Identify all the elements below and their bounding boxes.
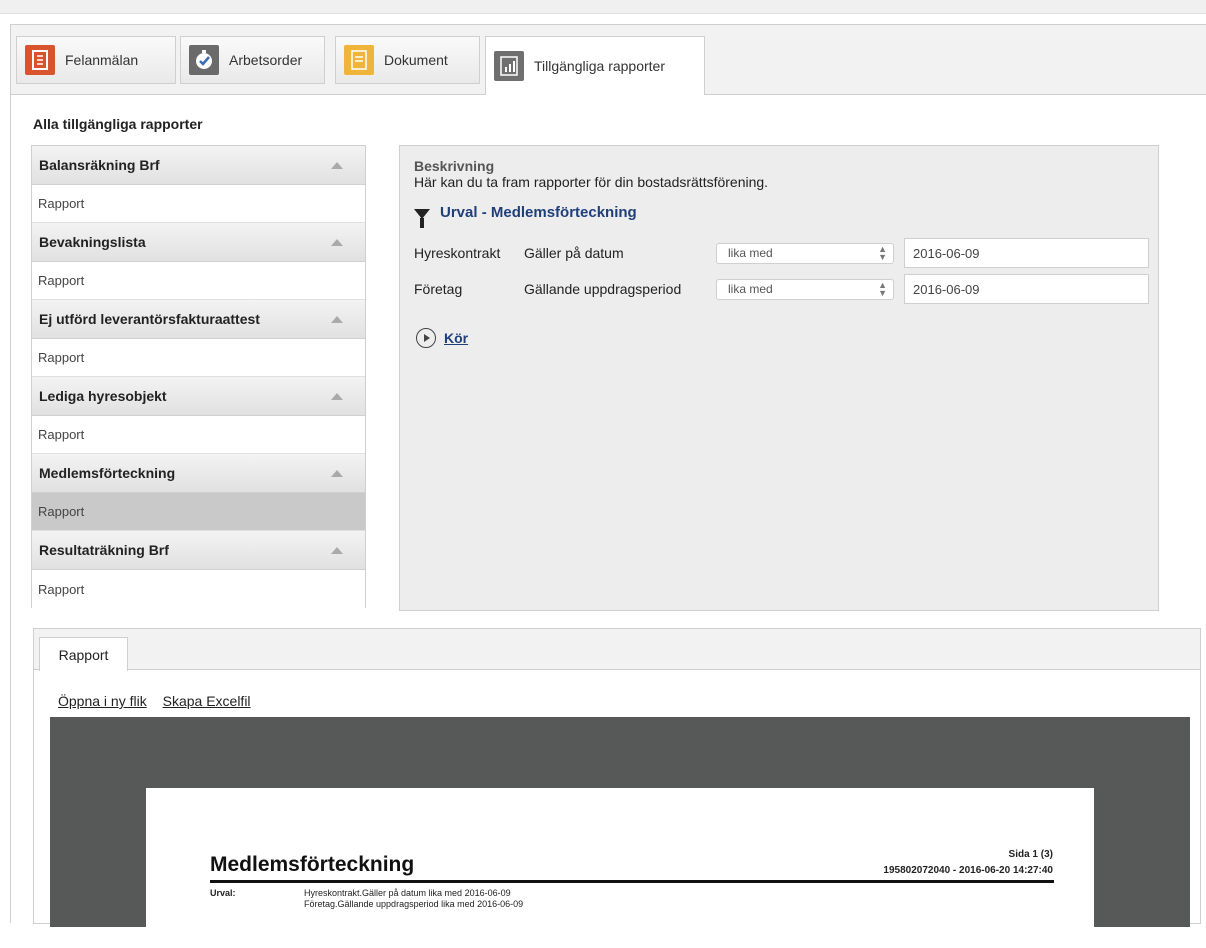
- top-strip: [0, 0, 1206, 14]
- report-group-header[interactable]: Resultaträkning Brf: [32, 531, 365, 570]
- report-item[interactable]: Rapport: [32, 262, 365, 300]
- select-arrows-icon: ▲ ▼: [878, 244, 887, 262]
- urval-heading: Urval - Medlemsförteckning: [414, 204, 637, 228]
- report-output: Rapport Öppna i ny flik Skapa Excelfil M…: [33, 628, 1201, 948]
- operator-value: lika med: [728, 282, 773, 296]
- page-number: Sida 1 (3): [1008, 849, 1053, 860]
- collapse-caret-icon[interactable]: [331, 469, 343, 477]
- urval-title: Urval - Medlemsförteckning: [440, 204, 637, 221]
- report-group-header[interactable]: Lediga hyresobjekt: [32, 377, 365, 416]
- report-criteria-panel: Beskrivning Här kan du ta fram rapporter…: [399, 145, 1159, 611]
- report-item-selected[interactable]: Rapport: [32, 493, 365, 531]
- run-link[interactable]: Kör: [444, 330, 468, 346]
- report-form-icon: [25, 45, 55, 75]
- tab-rapport[interactable]: Rapport: [39, 637, 128, 671]
- filter-icon: [414, 208, 430, 228]
- report-id-timestamp: 195802072040 - 2016-06-20 14:27:40: [883, 865, 1053, 876]
- report-item[interactable]: Rapport: [32, 185, 365, 223]
- stopwatch-check-icon: [189, 45, 219, 75]
- description-title: Beskrivning: [414, 158, 495, 174]
- collapse-caret-icon[interactable]: [331, 161, 343, 169]
- tab-dokument[interactable]: Dokument: [335, 36, 480, 84]
- report-links: Öppna i ny flik Skapa Excelfil: [58, 693, 263, 709]
- main-frame: Felanmälan Arbetsorder Dokument Tillgäng…: [10, 24, 1206, 948]
- date-input[interactable]: 2016-06-09: [904, 274, 1149, 304]
- report-group-title: Ej utförd leverantörsfakturaattest: [39, 311, 260, 327]
- report-title: Medlemsförteckning: [210, 853, 415, 876]
- collapse-caret-icon[interactable]: [331, 392, 343, 400]
- run-button[interactable]: Kör: [416, 328, 468, 348]
- urval-line: Hyreskontrakt.Gäller på datum lika med 2…: [304, 888, 511, 898]
- tab-arbetsorder[interactable]: Arbetsorder: [180, 36, 325, 84]
- report-tab-bar: Rapport: [34, 629, 1200, 671]
- report-group-title: Resultaträkning Brf: [39, 542, 169, 558]
- report-viewer[interactable]: Medlemsförteckning Sida 1 (3) 1958020720…: [50, 717, 1190, 948]
- report-group-title: Bevakningslista: [39, 234, 146, 250]
- date-input[interactable]: 2016-06-09: [904, 238, 1149, 268]
- filter-field: Gällande uppdragsperiod: [524, 281, 682, 297]
- report-item[interactable]: Rapport: [32, 416, 365, 454]
- report-item[interactable]: Rapport: [32, 570, 365, 608]
- description-text: Här kan du ta fram rapporter för din bos…: [414, 174, 769, 190]
- collapse-caret-icon[interactable]: [331, 238, 343, 246]
- report-page: Medlemsförteckning Sida 1 (3) 1958020720…: [146, 788, 1094, 948]
- urval-line: Företag.Gällande uppdragsperiod lika med…: [304, 899, 524, 909]
- tab-label: Felanmälan: [65, 52, 139, 68]
- operator-select[interactable]: lika med ▲ ▼: [716, 242, 894, 264]
- report-group-title: Medlemsförteckning: [39, 465, 176, 481]
- bar-chart-report-icon: [494, 51, 524, 81]
- report-group-header[interactable]: Bevakningslista: [32, 223, 365, 262]
- collapse-caret-icon[interactable]: [331, 315, 343, 323]
- tab-label: Dokument: [384, 52, 448, 68]
- tab-felanmalan[interactable]: Felanmälan: [16, 36, 176, 84]
- filter-row: Hyreskontrakt Gäller på datum lika med ▲…: [414, 238, 1149, 268]
- tab-bar: Felanmälan Arbetsorder Dokument Tillgäng…: [11, 25, 1206, 95]
- filter-entity: Företag: [414, 281, 463, 297]
- report-group-header[interactable]: Medlemsförteckning: [32, 454, 365, 493]
- filter-row: Företag Gällande uppdragsperiod lika med…: [414, 274, 1149, 304]
- tab-label: Arbetsorder: [229, 52, 303, 68]
- operator-select[interactable]: lika med ▲ ▼: [716, 278, 894, 300]
- report-item[interactable]: Rapport: [32, 339, 365, 377]
- urval-label: Urval:: [210, 888, 236, 898]
- section-title: Alla tillgängliga rapporter: [33, 116, 203, 132]
- report-list: Balansräkning Brf Rapport Bevakningslist…: [31, 145, 366, 608]
- report-group-header[interactable]: Ej utförd leverantörsfakturaattest: [32, 300, 365, 339]
- collapse-caret-icon[interactable]: [331, 546, 343, 554]
- select-arrows-icon: ▲ ▼: [878, 280, 887, 298]
- report-group-header[interactable]: Balansräkning Brf: [32, 146, 365, 185]
- title-divider: [210, 880, 1054, 883]
- tab-label: Tillgängliga rapporter: [534, 58, 665, 74]
- filter-entity: Hyreskontrakt: [414, 245, 501, 261]
- document-icon: [344, 45, 374, 75]
- open-new-tab-link[interactable]: Öppna i ny flik: [58, 693, 147, 709]
- filter-field: Gäller på datum: [524, 245, 624, 261]
- tab-tillgangliga-rapporter[interactable]: Tillgängliga rapporter: [485, 36, 705, 95]
- play-icon: [416, 328, 436, 348]
- report-group-title: Lediga hyresobjekt: [39, 388, 167, 404]
- report-group-title: Balansräkning Brf: [39, 157, 160, 173]
- operator-value: lika med: [728, 246, 773, 260]
- create-excel-link[interactable]: Skapa Excelfil: [163, 693, 251, 709]
